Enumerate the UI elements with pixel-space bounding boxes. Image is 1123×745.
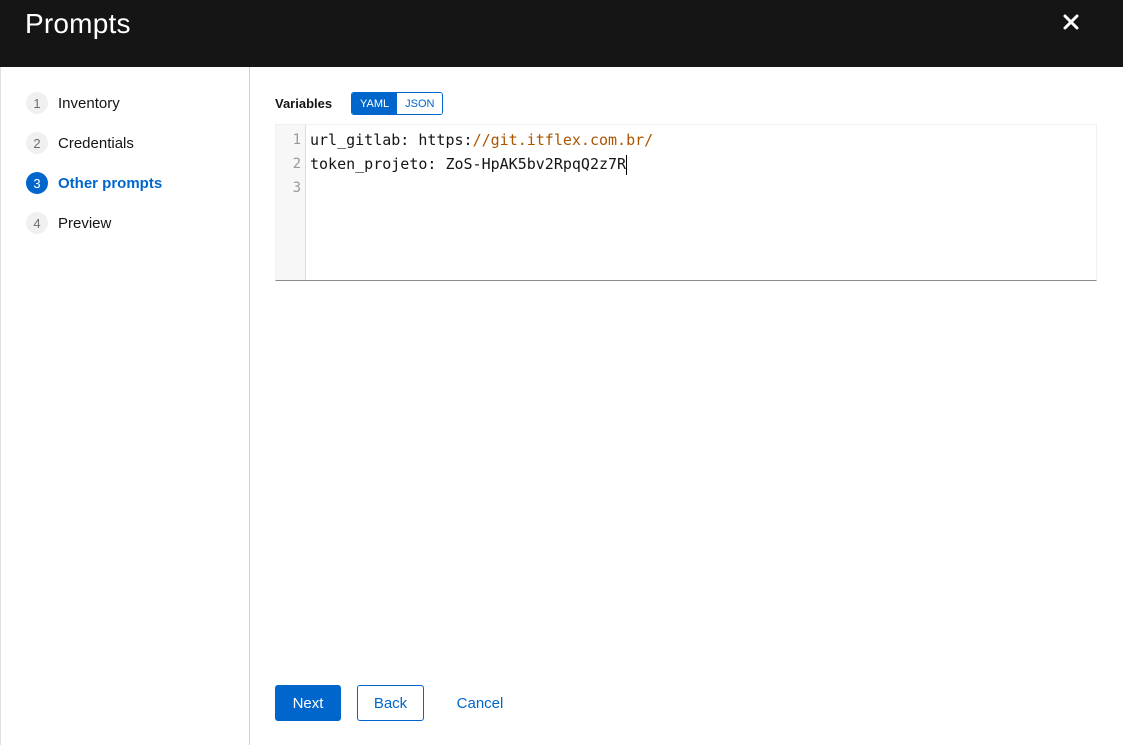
step-label: Inventory — [58, 94, 120, 112]
line-number: 1 — [292, 132, 301, 148]
close-icon — [1063, 14, 1079, 30]
code-line: url_gitlab: https://git.itflex.com.br/ — [310, 128, 653, 152]
text-cursor — [626, 154, 628, 175]
format-toggle: YAML JSON — [351, 92, 444, 115]
line-number: 3 — [292, 180, 301, 196]
nav-step-credentials[interactable]: 2 Credentials — [26, 131, 134, 155]
line-gutter: 1 2 3 — [276, 125, 306, 280]
step-label: Credentials — [58, 134, 134, 152]
next-button[interactable]: Next — [275, 685, 341, 721]
modal-header: Prompts — [0, 0, 1123, 67]
code-url-value: //git.itflex.com.br/ — [472, 131, 654, 149]
back-button[interactable]: Back — [357, 685, 424, 721]
code-key: url_gitlab: https: — [310, 131, 473, 149]
nav-step-preview[interactable]: 4 Preview — [26, 211, 111, 235]
wizard-content: Variables YAML JSON 1 2 3 url_gitlab: ht… — [251, 67, 1123, 745]
code-key: token_projeto: ZoS-HpAK5bv2RpqQ2z7R — [310, 155, 627, 173]
line-number: 2 — [292, 156, 301, 172]
variables-code-editor[interactable]: 1 2 3 url_gitlab: https://git.itflex.com… — [275, 124, 1097, 281]
step-number: 2 — [26, 132, 48, 154]
step-number: 3 — [26, 172, 48, 194]
cancel-button[interactable]: Cancel — [447, 685, 513, 721]
yaml-toggle-button[interactable]: YAML — [352, 93, 398, 114]
step-number: 1 — [26, 92, 48, 114]
nav-step-inventory[interactable]: 1 Inventory — [26, 91, 120, 115]
modal-title: Prompts — [25, 8, 131, 39]
code-line: token_projeto: ZoS-HpAK5bv2RpqQ2z7R — [310, 152, 628, 176]
close-button[interactable] — [1057, 8, 1085, 36]
step-number: 4 — [26, 212, 48, 234]
step-label: Other prompts — [58, 174, 163, 192]
nav-step-other-prompts[interactable]: 3 Other prompts — [26, 171, 162, 195]
json-toggle-button[interactable]: JSON — [397, 93, 443, 114]
variables-label: Variables — [275, 96, 333, 111]
wizard-nav: 1 Inventory 2 Credentials 3 Other prompt… — [0, 67, 250, 745]
step-label: Preview — [58, 214, 112, 232]
